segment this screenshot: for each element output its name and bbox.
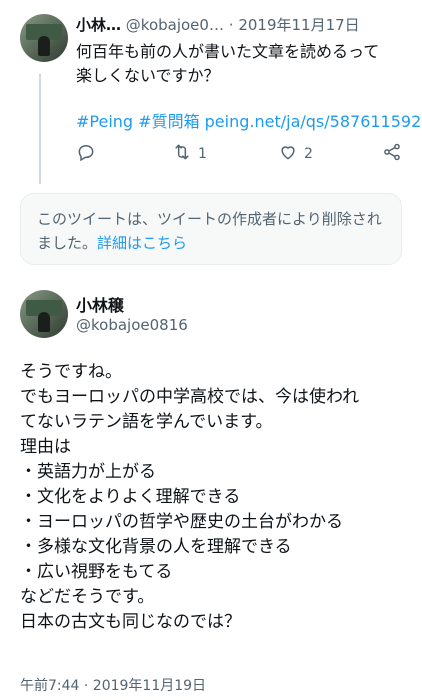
like-count: 2 — [304, 146, 313, 162]
avatar[interactable] — [20, 290, 68, 338]
text-line: 楽しくないですか？ — [76, 66, 220, 85]
thread-line — [39, 74, 41, 184]
text-line: てないラテン語を学んでいます。 — [20, 412, 273, 432]
text-line: ・広い視野をもてる — [20, 562, 173, 582]
avatar-person — [38, 312, 50, 332]
text-line: そうですね。 — [20, 362, 122, 382]
display-name[interactable]: 小林… — [76, 16, 121, 34]
tweet-timestamp[interactable]: 午前7:44 · 2019年11月19日 — [20, 675, 206, 695]
handle[interactable]: @kobajoe0… — [126, 16, 224, 34]
reply-icon — [76, 142, 96, 166]
tweet-actions: 1 2 — [76, 142, 406, 168]
share-button[interactable] — [382, 142, 402, 166]
deleted-tweet-notice: このツイートは、ツイートの作成者により削除されました。詳細はこちら — [20, 193, 402, 265]
text-line: ・文化をよりよく理解できる — [20, 487, 241, 507]
handle[interactable]: @kobajoe0816 — [76, 316, 188, 334]
tweet-date[interactable]: 2019年11月17日 — [238, 16, 359, 34]
like-button[interactable]: 2 — [278, 142, 313, 166]
reply-tweet-header: 小林… @kobajoe0… · 2019年11月17日 — [76, 14, 360, 35]
separator: · — [228, 16, 234, 34]
text-line: 何百年も前の人が書いた文章を読めるって — [76, 42, 380, 61]
display-name[interactable]: 小林穣 — [76, 292, 124, 316]
retweet-icon — [172, 142, 192, 166]
avatar[interactable] — [20, 14, 68, 62]
main-tweet-text: そうですね。 でもヨーロッパの中学高校では、今は使われ てないラテン語を学んでい… — [20, 360, 410, 635]
text-line: ・ヨーロッパの哲学や歴史の土台がわかる — [20, 512, 343, 532]
hashtags-link[interactable]: #Peing #質問箱 peing.net/ja/qs/587611592 — [76, 108, 421, 132]
retweet-button[interactable]: 1 — [172, 142, 207, 166]
text-line: 日本の古文も同じなのでは？ — [20, 612, 241, 632]
text-line: などだそうです。 — [20, 587, 155, 607]
learn-more-link[interactable]: 詳細はこちら — [97, 234, 187, 252]
reply-tweet-text: 何百年も前の人が書いた文章を読めるって 楽しくないですか？ — [76, 40, 410, 88]
text-line: でもヨーロッパの中学高校では、今は使われ — [20, 387, 360, 407]
heart-icon — [278, 142, 298, 166]
share-icon — [382, 142, 402, 166]
retweet-count: 1 — [198, 146, 207, 162]
text-line: 理由は — [20, 437, 71, 457]
reply-button[interactable] — [76, 142, 96, 166]
deleted-notice-text: このツイートは、ツイートの作成者により削除されました。 — [37, 210, 382, 252]
text-line: ・英語力が上がる — [20, 462, 156, 482]
text-line: ・多様な文化背景の人を理解できる — [20, 537, 292, 557]
avatar-person — [38, 36, 50, 56]
